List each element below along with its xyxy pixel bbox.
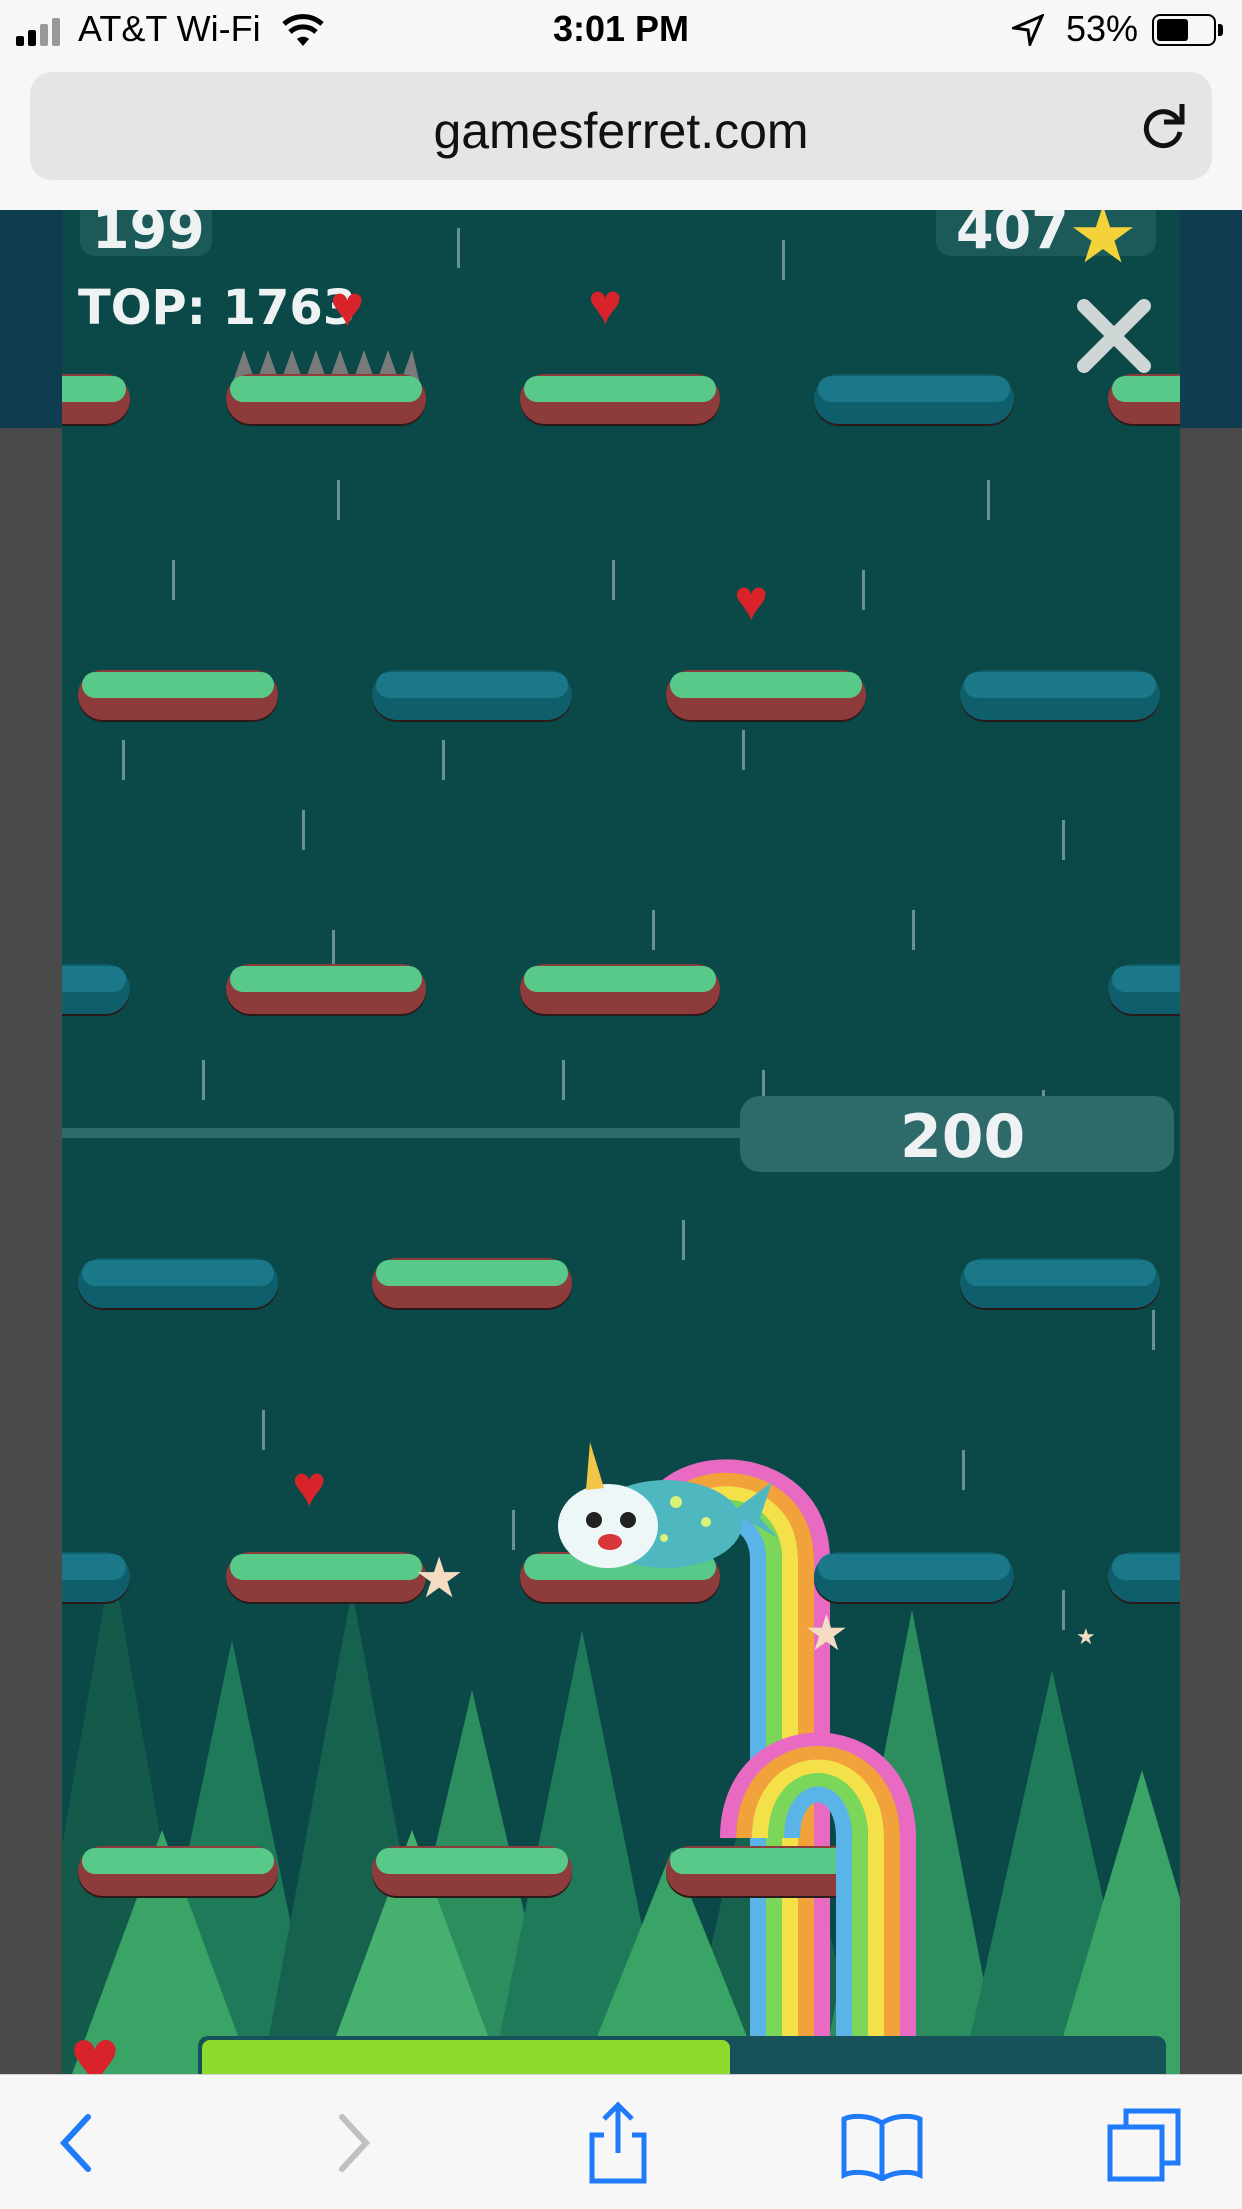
- energy-bar-fill: [202, 2040, 730, 2074]
- player-narwhal: [546, 1442, 786, 1572]
- platform: [78, 1846, 278, 1896]
- star-icon: ★: [1068, 210, 1138, 279]
- milestone-value: 200: [900, 1102, 1026, 1172]
- heart-icon: ♥: [330, 274, 365, 339]
- browser-toolbar: [0, 2074, 1242, 2209]
- platform: [226, 1552, 426, 1602]
- platform: [372, 1258, 572, 1308]
- sparkle-icon: ★: [1076, 1624, 1096, 1649]
- platform: [1108, 964, 1180, 1014]
- reload-icon[interactable]: [1138, 100, 1188, 152]
- platform: [960, 1258, 1160, 1308]
- url-text[interactable]: gamesferret.com: [30, 102, 1212, 160]
- platform: [62, 374, 130, 424]
- share-icon[interactable]: [586, 2101, 650, 2195]
- score-value: 199: [92, 210, 205, 261]
- rainbow-trail: [712, 1718, 972, 2074]
- platform: [372, 670, 572, 720]
- browser-chrome: gamesferret.com: [0, 62, 1242, 210]
- platform: [960, 670, 1160, 720]
- milestone-line: [62, 1128, 742, 1138]
- close-icon[interactable]: [1074, 296, 1154, 376]
- heart-icon: ♥: [70, 2011, 120, 2074]
- platform: [226, 374, 426, 424]
- platform: [372, 1846, 572, 1896]
- platform: [78, 670, 278, 720]
- battery-icon: [1152, 14, 1226, 48]
- platform: [1108, 1552, 1180, 1602]
- status-bar: AT&T Wi-Fi 3:01 PM 53%: [0, 0, 1242, 62]
- platform: [62, 964, 130, 1014]
- platform: [520, 374, 720, 424]
- sparkle-icon: ★: [414, 1546, 465, 1609]
- stars-value: 407: [956, 210, 1069, 261]
- heart-icon: ♥: [734, 568, 769, 633]
- platform: [62, 1552, 130, 1602]
- sparkle-icon: ★: [804, 1605, 849, 1661]
- platform: [814, 1552, 1014, 1602]
- forward-icon: [334, 2111, 374, 2185]
- tree: [1052, 1770, 1180, 2074]
- cracked-platform: [666, 670, 866, 720]
- platform: [226, 964, 426, 1014]
- bookmarks-icon[interactable]: [840, 2111, 924, 2191]
- platform: [814, 374, 1014, 424]
- heart-icon: ♥: [292, 1454, 327, 1519]
- clock: 3:01 PM: [552, 8, 690, 49]
- back-icon[interactable]: [56, 2111, 96, 2185]
- energy-bar-track: [198, 2036, 1166, 2074]
- platform: [520, 964, 720, 1014]
- game-canvas[interactable]: 199 407 ★ TOP: 1763 ♥ ♥ ♥ 200 ♥ ★ ★ ★ ♥: [62, 210, 1180, 2074]
- location-icon: [1008, 13, 1045, 50]
- platform: [78, 1258, 278, 1308]
- heart-icon: ♥: [588, 272, 623, 337]
- platform: [1108, 374, 1180, 424]
- tabs-icon[interactable]: [1106, 2107, 1182, 2193]
- top-score: TOP: 1763: [78, 280, 357, 336]
- battery-percent: 53%: [1065, 8, 1138, 49]
- address-bar[interactable]: gamesferret.com: [30, 72, 1212, 180]
